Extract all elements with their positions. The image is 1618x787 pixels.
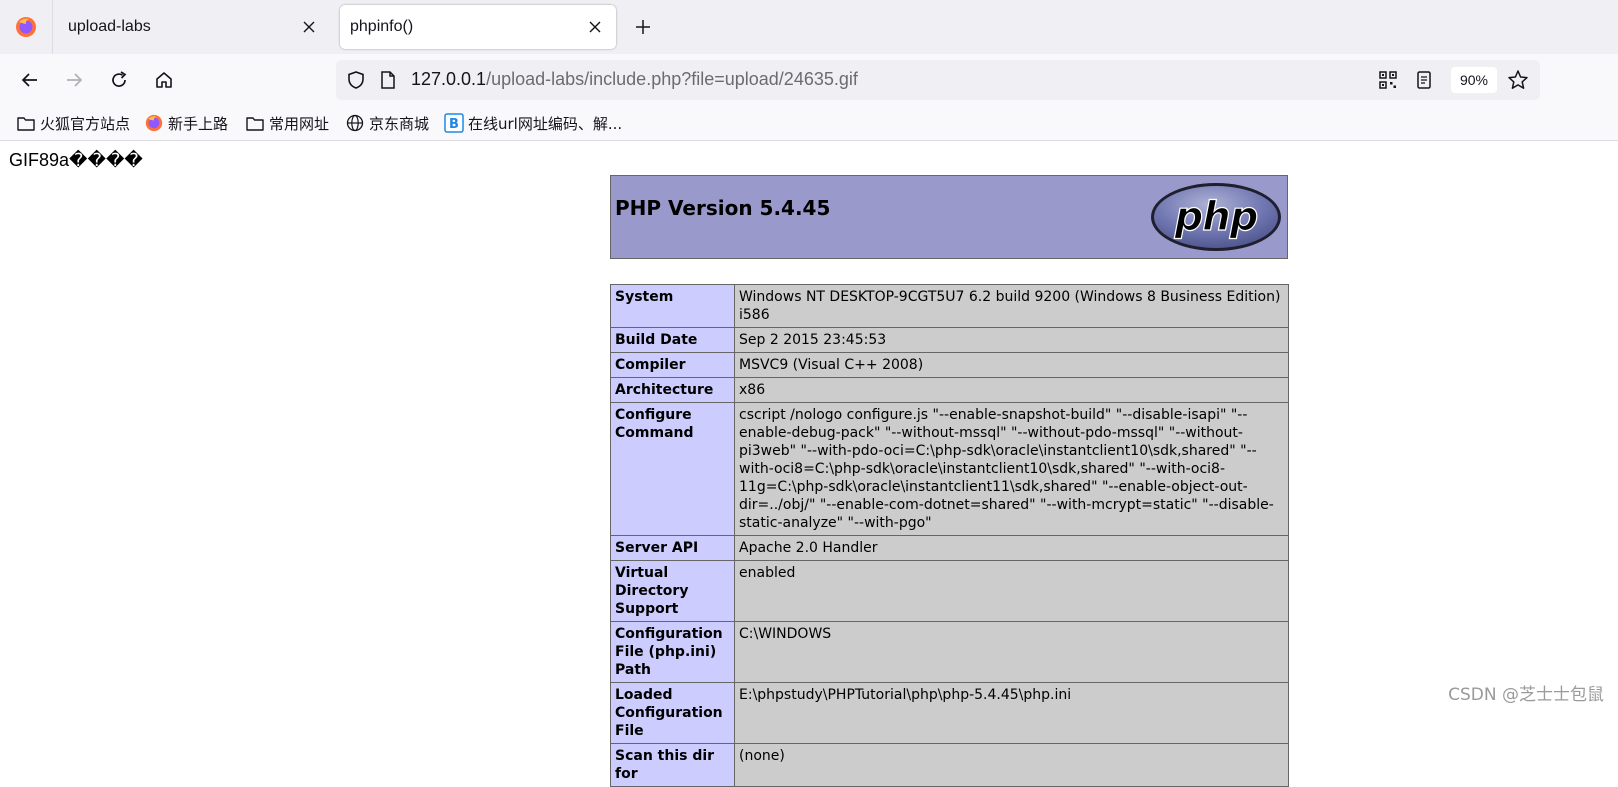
plus-icon xyxy=(636,20,650,34)
info-row: System Windows NT DESKTOP-9CGT5U7 6.2 bui… xyxy=(610,284,1289,328)
page-icon[interactable] xyxy=(376,68,400,92)
shield-icon[interactable] xyxy=(344,68,368,92)
arrow-right-icon xyxy=(67,73,83,87)
php-logo-text: php xyxy=(1174,194,1258,240)
gif-header-text: GIF89a���� xyxy=(9,150,143,170)
info-value: x86 xyxy=(734,377,1289,403)
tab-strip: upload-labs phpinfo() xyxy=(0,0,1618,54)
bookmark-item[interactable]: 常用网址 xyxy=(245,111,329,135)
info-value: C:\WINDOWS xyxy=(734,621,1289,683)
svg-text:B: B xyxy=(449,117,459,132)
info-row: Scan this dir for (none) xyxy=(610,743,1289,787)
info-row: Loaded Configuration File E:\phpstudy\PHP… xyxy=(610,682,1289,744)
tab-close-button[interactable] xyxy=(580,12,610,42)
bookmarks-toolbar: 火狐官方站点 新手上路 常用网址 京东商城 B 在线url网址编码、解... xyxy=(0,106,1618,141)
php-logo: php xyxy=(1151,183,1281,251)
tab-upload-labs[interactable]: upload-labs xyxy=(54,5,330,49)
info-value: Windows NT DESKTOP-9CGT5U7 6.2 build 920… xyxy=(734,284,1289,328)
firefox-view-button[interactable] xyxy=(0,0,53,54)
info-value: E:\phpstudy\PHPTutorial\php\php-5.4.45\p… xyxy=(734,682,1289,744)
folder-icon xyxy=(245,113,265,133)
home-button[interactable] xyxy=(148,64,180,96)
info-value: Apache 2.0 Handler xyxy=(734,535,1289,561)
info-row: Configure Command cscript /nologo configu… xyxy=(610,402,1289,536)
bookmark-star-icon[interactable] xyxy=(1506,68,1530,92)
tab-close-button[interactable] xyxy=(294,12,324,42)
bookmark-label: 常用网址 xyxy=(269,114,330,133)
globe-icon xyxy=(345,113,365,133)
reload-icon xyxy=(112,71,127,87)
info-key: Server API xyxy=(610,535,735,561)
zoom-level-button[interactable]: 90% xyxy=(1451,67,1497,93)
info-value: (none) xyxy=(734,743,1289,787)
url-bar[interactable]: 127.0.0.1/upload-labs/include.php?file=u… xyxy=(336,60,1540,100)
csdn-watermark: CSDN @芝士士包鼠 xyxy=(1448,685,1604,705)
info-row: Architecture x86 xyxy=(610,377,1289,403)
bookmark-label: 京东商城 xyxy=(369,114,430,133)
navigation-toolbar: 127.0.0.1/upload-labs/include.php?file=u… xyxy=(0,54,1618,106)
info-row: Virtual Directory Support enabled xyxy=(610,560,1289,622)
close-icon xyxy=(303,21,315,33)
info-key: Loaded Configuration File xyxy=(610,682,735,744)
info-value: Sep 2 2015 23:45:53 xyxy=(734,327,1289,353)
info-value: MSVC9 (Visual C++ 2008) xyxy=(734,352,1289,378)
back-button[interactable] xyxy=(14,64,46,96)
forward-button[interactable] xyxy=(58,64,90,96)
reload-button[interactable] xyxy=(103,64,135,96)
tab-title: upload-labs xyxy=(68,18,151,35)
php-version-header: PHP Version 5.4.45 php xyxy=(610,175,1288,259)
firefox-icon xyxy=(144,113,164,133)
url-text[interactable]: 127.0.0.1/upload-labs/include.php?file=u… xyxy=(411,69,858,90)
info-value: enabled xyxy=(734,560,1289,622)
bookmark-item[interactable]: 火狐官方站点 xyxy=(16,111,130,135)
tab-phpinfo[interactable]: phpinfo() xyxy=(340,5,616,49)
bookmark-label: 火狐官方站点 xyxy=(40,114,131,133)
info-key: Architecture xyxy=(610,377,735,403)
firefox-icon xyxy=(16,17,36,37)
tab-title: phpinfo() xyxy=(350,18,414,35)
info-value: cscript /nologo configure.js "--enable-s… xyxy=(734,402,1289,536)
php-version-title: PHP Version 5.4.45 xyxy=(615,196,831,220)
bookmark-label: 新手上路 xyxy=(168,114,229,133)
url-path: /upload-labs/include.php?file=upload/246… xyxy=(486,69,858,89)
info-key: System xyxy=(610,284,735,328)
info-key: Scan this dir for xyxy=(610,743,735,787)
arrow-left-icon xyxy=(21,73,37,87)
bookmark-item[interactable]: 新手上路 xyxy=(144,111,228,135)
home-icon xyxy=(156,72,172,88)
info-key: Configuration File (php.ini) Path xyxy=(610,621,735,683)
bookmark-item[interactable]: 京东商城 xyxy=(345,111,429,135)
info-row: Build Date Sep 2 2015 23:45:53 xyxy=(610,327,1289,353)
info-key: Configure Command xyxy=(610,402,735,536)
info-row: Configuration File (php.ini) Path C:\WIND… xyxy=(610,621,1289,683)
qr-code-icon[interactable] xyxy=(1376,68,1400,92)
url-host: 127.0.0.1 xyxy=(411,69,487,89)
reader-view-icon[interactable] xyxy=(1412,68,1436,92)
info-row: Server API Apache 2.0 Handler xyxy=(610,535,1289,561)
bookmark-item[interactable]: B 在线url网址编码、解... xyxy=(444,111,622,135)
info-row: Compiler MSVC9 (Visual C++ 2008) xyxy=(610,352,1289,378)
info-key: Compiler xyxy=(610,352,735,378)
b-logo-icon: B xyxy=(444,113,464,133)
new-tab-button[interactable] xyxy=(628,12,658,42)
info-key: Build Date xyxy=(610,327,735,353)
bookmark-label: 在线url网址编码、解... xyxy=(468,114,623,133)
folder-icon xyxy=(16,113,36,133)
info-key: Virtual Directory Support xyxy=(610,560,735,622)
close-icon xyxy=(589,21,601,33)
